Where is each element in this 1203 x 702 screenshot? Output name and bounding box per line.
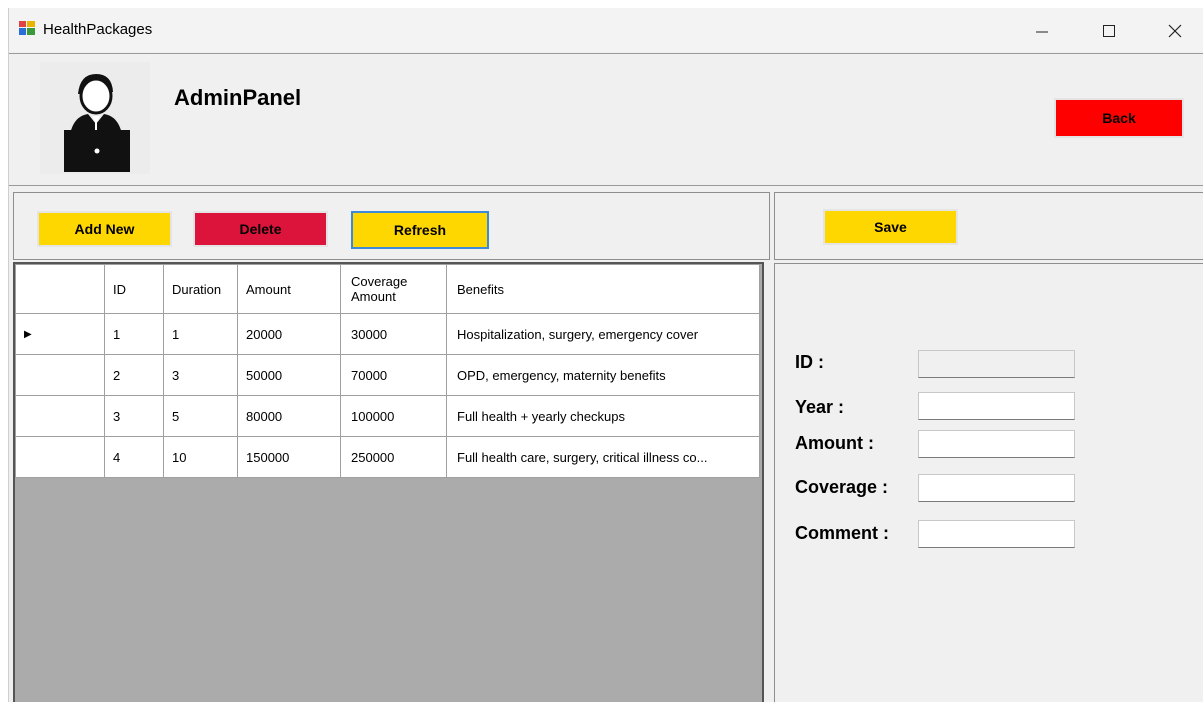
save-button[interactable]: Save — [823, 209, 958, 245]
id-field[interactable] — [918, 350, 1075, 378]
table-cell[interactable]: 30000 — [340, 313, 447, 355]
comment-field[interactable] — [918, 520, 1075, 548]
coverage-field[interactable] — [918, 474, 1075, 502]
table-cell[interactable]: 1 — [163, 313, 238, 355]
table-cell[interactable]: 50000 — [237, 354, 341, 396]
app-window: HealthPackages AdminPanel Back Add New D… — [8, 8, 1203, 702]
table-cell[interactable]: 1 — [104, 313, 164, 355]
app-icon — [19, 21, 35, 35]
table-cell[interactable]: 5 — [163, 395, 238, 437]
amount-label: Amount : — [795, 433, 874, 453]
back-button[interactable]: Back — [1054, 98, 1184, 138]
amount-field[interactable] — [918, 430, 1075, 458]
window-title: HealthPackages — [43, 21, 153, 38]
row-header-corner — [15, 264, 105, 314]
column-header[interactable]: Duration — [163, 264, 238, 314]
page-title: AdminPanel — [174, 85, 302, 110]
column-header[interactable]: ID — [104, 264, 164, 314]
comment-label: Comment : — [795, 523, 889, 543]
table-cell[interactable]: 2 — [104, 354, 164, 396]
maximize-button[interactable] — [1086, 12, 1132, 50]
table-cell[interactable]: 3 — [104, 395, 164, 437]
table-cell[interactable]: 80000 — [237, 395, 341, 437]
table-cell[interactable]: OPD, emergency, maternity benefits — [446, 354, 760, 396]
row-header[interactable] — [15, 436, 105, 478]
header-panel — [9, 53, 1203, 186]
table-cell[interactable]: 4 — [104, 436, 164, 478]
maximize-icon — [1103, 25, 1115, 37]
coverage-label: Coverage : — [795, 477, 889, 497]
table-row[interactable]: 3 5 80000 100000 Full health + yearly ch… — [15, 395, 760, 437]
table-cell[interactable]: 20000 — [237, 313, 341, 355]
title-bar: HealthPackages — [9, 8, 1203, 52]
minimize-button[interactable] — [1019, 12, 1065, 50]
admin-user-icon — [40, 62, 150, 174]
close-button[interactable] — [1152, 12, 1198, 50]
table-row[interactable]: ▶ 1 1 20000 30000 Hospitalization, surge… — [15, 313, 760, 355]
close-icon — [1168, 24, 1182, 38]
table-cell[interactable]: Full health care, surgery, critical illn… — [446, 436, 760, 478]
current-row-indicator: ▶ — [15, 313, 105, 355]
column-header[interactable]: Amount — [237, 264, 341, 314]
refresh-button[interactable]: Refresh — [351, 211, 489, 249]
year-field[interactable] — [918, 392, 1075, 420]
column-header[interactable]: Coverage Amount — [340, 264, 447, 314]
minimize-icon — [1036, 31, 1048, 33]
add-new-button[interactable]: Add New — [37, 211, 172, 247]
table-row[interactable]: 2 3 50000 70000 OPD, emergency, maternit… — [15, 354, 760, 396]
packages-grid[interactable]: ID Duration Amount Coverage Amount Benef… — [13, 262, 764, 702]
delete-button[interactable]: Delete — [193, 211, 328, 247]
id-label: ID : — [795, 352, 824, 372]
table-cell[interactable]: 150000 — [237, 436, 341, 478]
table-cell[interactable]: 10 — [163, 436, 238, 478]
table-cell[interactable]: 100000 — [340, 395, 447, 437]
table-cell[interactable]: 250000 — [340, 436, 447, 478]
row-header[interactable] — [15, 395, 105, 437]
table-header-row: ID Duration Amount Coverage Amount Benef… — [15, 264, 760, 314]
table-row[interactable]: 4 10 150000 250000 Full health care, sur… — [15, 436, 760, 478]
table-cell[interactable]: 70000 — [340, 354, 447, 396]
table-cell[interactable]: 3 — [163, 354, 238, 396]
year-label: Year : — [795, 397, 845, 417]
packages-table: ID Duration Amount Coverage Amount Benef… — [15, 264, 760, 478]
row-header[interactable] — [15, 354, 105, 396]
column-header[interactable]: Benefits — [446, 264, 760, 314]
table-cell[interactable]: Hospitalization, surgery, emergency cove… — [446, 313, 760, 355]
table-cell[interactable]: Full health + yearly checkups — [446, 395, 760, 437]
